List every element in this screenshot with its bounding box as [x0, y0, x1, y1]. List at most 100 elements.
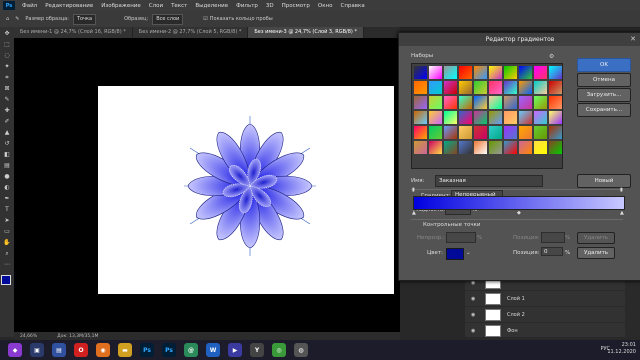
- midpoint-diamond[interactable]: ◆: [517, 210, 521, 216]
- stop-color-swatch[interactable]: [446, 248, 464, 260]
- gradient-preset-swatch[interactable]: [549, 66, 562, 79]
- zoom-level[interactable]: 24,66%: [20, 334, 37, 339]
- gradient-preset-swatch[interactable]: [534, 111, 547, 124]
- sample-select[interactable]: Все слои: [152, 13, 184, 25]
- lasso-tool-icon[interactable]: ◌: [2, 51, 12, 60]
- opacity-stop-left[interactable]: ▮: [412, 187, 415, 193]
- yandex-icon[interactable]: Y: [250, 343, 264, 357]
- quick-select-tool-icon[interactable]: ✦: [2, 62, 12, 71]
- menu-filter[interactable]: Фильтр: [232, 3, 262, 9]
- eyedropper-tool-icon[interactable]: ✎: [2, 95, 12, 104]
- gradient-preset-swatch[interactable]: [414, 126, 427, 139]
- menu-edit[interactable]: Редактирование: [41, 3, 97, 9]
- firefox-icon[interactable]: ◉: [96, 343, 110, 357]
- menu-help[interactable]: Справка: [336, 3, 368, 9]
- opacity-position-input[interactable]: [541, 232, 565, 243]
- canvas-workspace[interactable]: [14, 38, 400, 332]
- gradient-preset-swatch[interactable]: [444, 96, 457, 109]
- color-swatches[interactable]: [0, 275, 15, 295]
- gradient-preset-swatch[interactable]: [489, 141, 502, 154]
- gradient-preset-swatch[interactable]: [459, 141, 472, 154]
- gradient-preset-swatch[interactable]: [459, 111, 472, 124]
- gradient-preset-swatch[interactable]: [474, 81, 487, 94]
- tab-document-1[interactable]: Без имени-1 @ 24,7% (Слой 16, RGB/8) *: [14, 27, 133, 38]
- word-icon[interactable]: W: [206, 343, 220, 357]
- photoshop-taskbar-icon-2[interactable]: Ps: [162, 343, 176, 357]
- marquee-tool-icon[interactable]: ⬚: [2, 40, 12, 49]
- gradient-preset-swatch[interactable]: [459, 96, 472, 109]
- gradient-preset-swatch[interactable]: [429, 96, 442, 109]
- opacity-input[interactable]: [446, 232, 476, 243]
- gradient-preset-swatch[interactable]: [414, 141, 427, 154]
- menu-image[interactable]: Изображение: [97, 3, 145, 9]
- gradient-tool-icon[interactable]: ▤: [2, 161, 12, 170]
- gear-icon[interactable]: ⚙: [549, 53, 554, 60]
- menu-view[interactable]: Просмотр: [278, 3, 314, 9]
- home-icon[interactable]: ⌂: [6, 16, 9, 22]
- gradient-preset-swatch[interactable]: [474, 126, 487, 139]
- zoom-tool-icon[interactable]: ⌕: [2, 249, 12, 258]
- layer-row[interactable]: ◉ Слой 1: [465, 291, 640, 307]
- menu-file[interactable]: Файл: [18, 3, 41, 9]
- menu-3d[interactable]: 3D: [262, 3, 278, 9]
- delete-opacity-stop-button[interactable]: Удалить: [577, 232, 615, 244]
- gradient-preset-swatch[interactable]: [489, 96, 502, 109]
- path-select-icon[interactable]: ➤: [2, 216, 12, 225]
- visibility-eye-icon[interactable]: ◉: [471, 296, 479, 302]
- menu-select[interactable]: Выделение: [191, 3, 232, 9]
- gradient-preset-swatch[interactable]: [414, 81, 427, 94]
- frame-tool-icon[interactable]: ⊠: [2, 84, 12, 93]
- load-button[interactable]: Загрузить...: [577, 88, 631, 102]
- chrome-icon[interactable]: ◎: [272, 343, 286, 357]
- gradient-preset-swatch[interactable]: [504, 126, 517, 139]
- gradient-preset-swatch[interactable]: [429, 111, 442, 124]
- gradient-preset-swatch[interactable]: [534, 96, 547, 109]
- gradient-preset-swatch[interactable]: [444, 81, 457, 94]
- visibility-eye-icon[interactable]: ◉: [471, 312, 479, 318]
- app2-icon[interactable]: ◍: [294, 343, 308, 357]
- gradient-preset-swatch[interactable]: [474, 141, 487, 154]
- delete-color-stop-button[interactable]: Удалить: [577, 247, 615, 259]
- gradient-preset-swatch[interactable]: [429, 81, 442, 94]
- gradient-preset-swatch[interactable]: [444, 141, 457, 154]
- more-tools-icon[interactable]: ⋯: [2, 260, 12, 269]
- name-input[interactable]: Заказная: [435, 175, 543, 187]
- gradient-preset-swatch[interactable]: [519, 126, 532, 139]
- gradient-preset-swatch[interactable]: [519, 66, 532, 79]
- gradient-preset-swatch[interactable]: [489, 81, 502, 94]
- clock[interactable]: 23:01 11.12.2020: [607, 342, 636, 356]
- show-ring-checkbox[interactable]: ☑: [203, 16, 207, 22]
- gradient-preset-swatch[interactable]: [414, 96, 427, 109]
- gradient-preset-swatch[interactable]: [444, 111, 457, 124]
- shape-tool-icon[interactable]: ▭: [2, 227, 12, 236]
- gradient-preset-swatch[interactable]: [534, 141, 547, 154]
- gradient-preset-swatch[interactable]: [549, 81, 562, 94]
- gradient-preset-swatch[interactable]: [504, 96, 517, 109]
- new-button[interactable]: Новый: [577, 174, 631, 188]
- eyedropper-icon[interactable]: ✎: [15, 16, 19, 22]
- gradient-preset-swatch[interactable]: [549, 96, 562, 109]
- gradient-preset-swatch[interactable]: [474, 111, 487, 124]
- eraser-tool-icon[interactable]: ◧: [2, 150, 12, 159]
- gradient-preset-swatch[interactable]: [429, 141, 442, 154]
- layer-row[interactable]: ◉ Слой 2: [465, 307, 640, 323]
- stamp-tool-icon[interactable]: ▲: [2, 128, 12, 137]
- tab-document-2[interactable]: Без имени-2 @ 27,7% (Слой 5, RGB/8) *: [132, 27, 249, 38]
- gradient-preset-swatch[interactable]: [444, 66, 457, 79]
- gradient-preset-swatch[interactable]: [549, 126, 562, 139]
- move-tool-icon[interactable]: ✥: [2, 29, 12, 38]
- gradient-preset-swatch[interactable]: [519, 96, 532, 109]
- gradient-preset-swatch[interactable]: [489, 111, 502, 124]
- color-position-input[interactable]: 0: [541, 247, 563, 256]
- gradient-preset-swatch[interactable]: [519, 141, 532, 154]
- gradient-preset-swatch[interactable]: [489, 126, 502, 139]
- explorer-icon[interactable]: ▣: [30, 343, 44, 357]
- layer-row[interactable]: ◉ Фон: [465, 323, 640, 339]
- photoshop-taskbar-icon[interactable]: Ps: [140, 343, 154, 357]
- gradient-preset-swatch[interactable]: [519, 81, 532, 94]
- pen-tool-icon[interactable]: ✒: [2, 194, 12, 203]
- foreground-color[interactable]: [1, 275, 11, 285]
- crop-tool-icon[interactable]: ⌗: [2, 73, 12, 82]
- app-icon[interactable]: ▤: [52, 343, 66, 357]
- gradient-preset-swatch[interactable]: [414, 111, 427, 124]
